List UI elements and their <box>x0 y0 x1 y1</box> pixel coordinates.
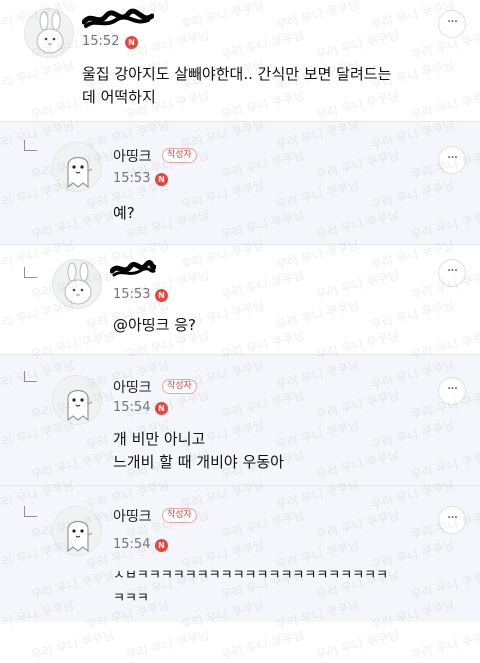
new-badge: N <box>125 36 138 49</box>
ghost-avatar-icon <box>67 520 93 553</box>
more-icon: ··· <box>446 381 458 397</box>
author-badge: 작성자 <box>162 508 197 523</box>
comment-text: ㅅㅂㅋㅋㅋㅋㅋㅋㅋㅋㅋㅋㅋㅋㅋㅋㅋㅋㅋㅋㅋㅋㅋ ㅋㅋㅋ <box>113 564 388 610</box>
watermark-text: 우리 우니 쿠쿠님 <box>29 627 116 663</box>
more-options-button[interactable]: ··· <box>438 146 466 174</box>
mention-link[interactable]: @아띵크 <box>113 316 169 334</box>
author-badge: 작성자 <box>162 148 197 163</box>
comment-text: 울집 강아지도 살빼야한대.. 간식만 보면 달려드는 데 어떡하지 <box>82 63 391 109</box>
redacted-nickname <box>110 260 156 277</box>
watermark-text: 우리 우니 쿠쿠님 <box>314 627 401 663</box>
rabbit-avatar-icon <box>36 11 64 54</box>
ghost-avatar-icon <box>67 389 93 422</box>
comment-line: 예? <box>113 204 135 222</box>
avatar[interactable] <box>52 375 102 425</box>
nickname[interactable]: 아띵크 <box>113 146 152 166</box>
reply-arrow-icon <box>24 506 37 517</box>
new-badge: N <box>155 402 168 415</box>
comment-text: @아띵크 응? <box>113 314 196 337</box>
comment-line: 데 어떡하지 <box>82 88 156 106</box>
more-icon: ··· <box>446 14 458 30</box>
rabbit-avatar-icon <box>64 262 92 305</box>
comment-text: 개 비만 아니고 느개비 할 때 개비야 우동아 <box>113 428 284 474</box>
ghost-avatar-icon <box>67 156 93 189</box>
comment-line: ㅋㅋㅋ <box>113 591 149 606</box>
avatar[interactable] <box>52 506 102 556</box>
comment-line: ㅅㅂㅋㅋㅋㅋㅋㅋㅋㅋㅋㅋㅋㅋㅋㅋㅋㅋㅋㅋㅋㅋㅋ <box>113 568 389 583</box>
more-options-button[interactable]: ··· <box>438 259 466 287</box>
watermark-text: 우리 우니 쿠쿠님 <box>409 627 480 663</box>
more-options-button[interactable]: ··· <box>438 506 466 534</box>
reply-item: 15:53 N ··· @아띵크 응? <box>0 245 480 354</box>
comment-line: 느개비 할 때 개비야 우동아 <box>113 453 284 471</box>
comment-item: 15:52 N ··· 울집 강아지도 살빼야한대.. 간식만 보면 달려드는 … <box>0 0 480 121</box>
comment-line: 응? <box>174 316 196 334</box>
reply-item: 아띵크 작성자 15:53 N ··· 예? <box>0 122 480 244</box>
nickname[interactable]: 아띵크 <box>113 506 152 526</box>
comment-time: 15:53 <box>113 171 151 186</box>
watermark-text: 우리 우니 쿠쿠님 <box>219 627 306 663</box>
watermark-text: 우리 우니 쿠쿠님 <box>124 627 211 663</box>
avatar[interactable] <box>24 8 74 58</box>
more-icon: ··· <box>446 150 458 166</box>
new-badge: N <box>155 173 168 186</box>
more-icon: ··· <box>446 263 458 279</box>
reply-item: 아띵크 작성자 15:54 N ··· 개 비만 아니고 느개비 할 때 개비야… <box>0 355 480 485</box>
new-badge: N <box>155 539 168 552</box>
author-badge: 작성자 <box>162 379 197 394</box>
redacted-nickname <box>82 8 154 28</box>
comment-time: 15:54 <box>113 537 151 552</box>
reply-arrow-icon <box>24 140 37 151</box>
reply-arrow-icon <box>24 267 37 278</box>
avatar[interactable] <box>52 142 102 192</box>
comment-line: 개 비만 아니고 <box>113 430 206 448</box>
comment-time: 15:54 <box>113 400 151 415</box>
comment-text: 예? <box>113 202 135 225</box>
more-options-button[interactable]: ··· <box>438 377 466 405</box>
more-icon: ··· <box>446 510 458 526</box>
comment-line: 울집 강아지도 살빼야한대.. 간식만 보면 달려드는 <box>82 65 392 83</box>
nickname[interactable]: 아띵크 <box>113 377 152 397</box>
avatar[interactable] <box>52 259 102 309</box>
comment-time: 15:52 <box>82 34 120 49</box>
new-badge: N <box>155 289 168 302</box>
comment-time: 15:53 <box>113 287 151 302</box>
more-options-button[interactable]: ··· <box>438 10 466 38</box>
reply-arrow-icon <box>24 371 37 382</box>
reply-item: 아띵크 작성자 15:54 N ··· ㅅㅂㅋㅋㅋㅋㅋㅋㅋㅋㅋㅋㅋㅋㅋㅋㅋㅋㅋㅋ… <box>0 486 480 622</box>
